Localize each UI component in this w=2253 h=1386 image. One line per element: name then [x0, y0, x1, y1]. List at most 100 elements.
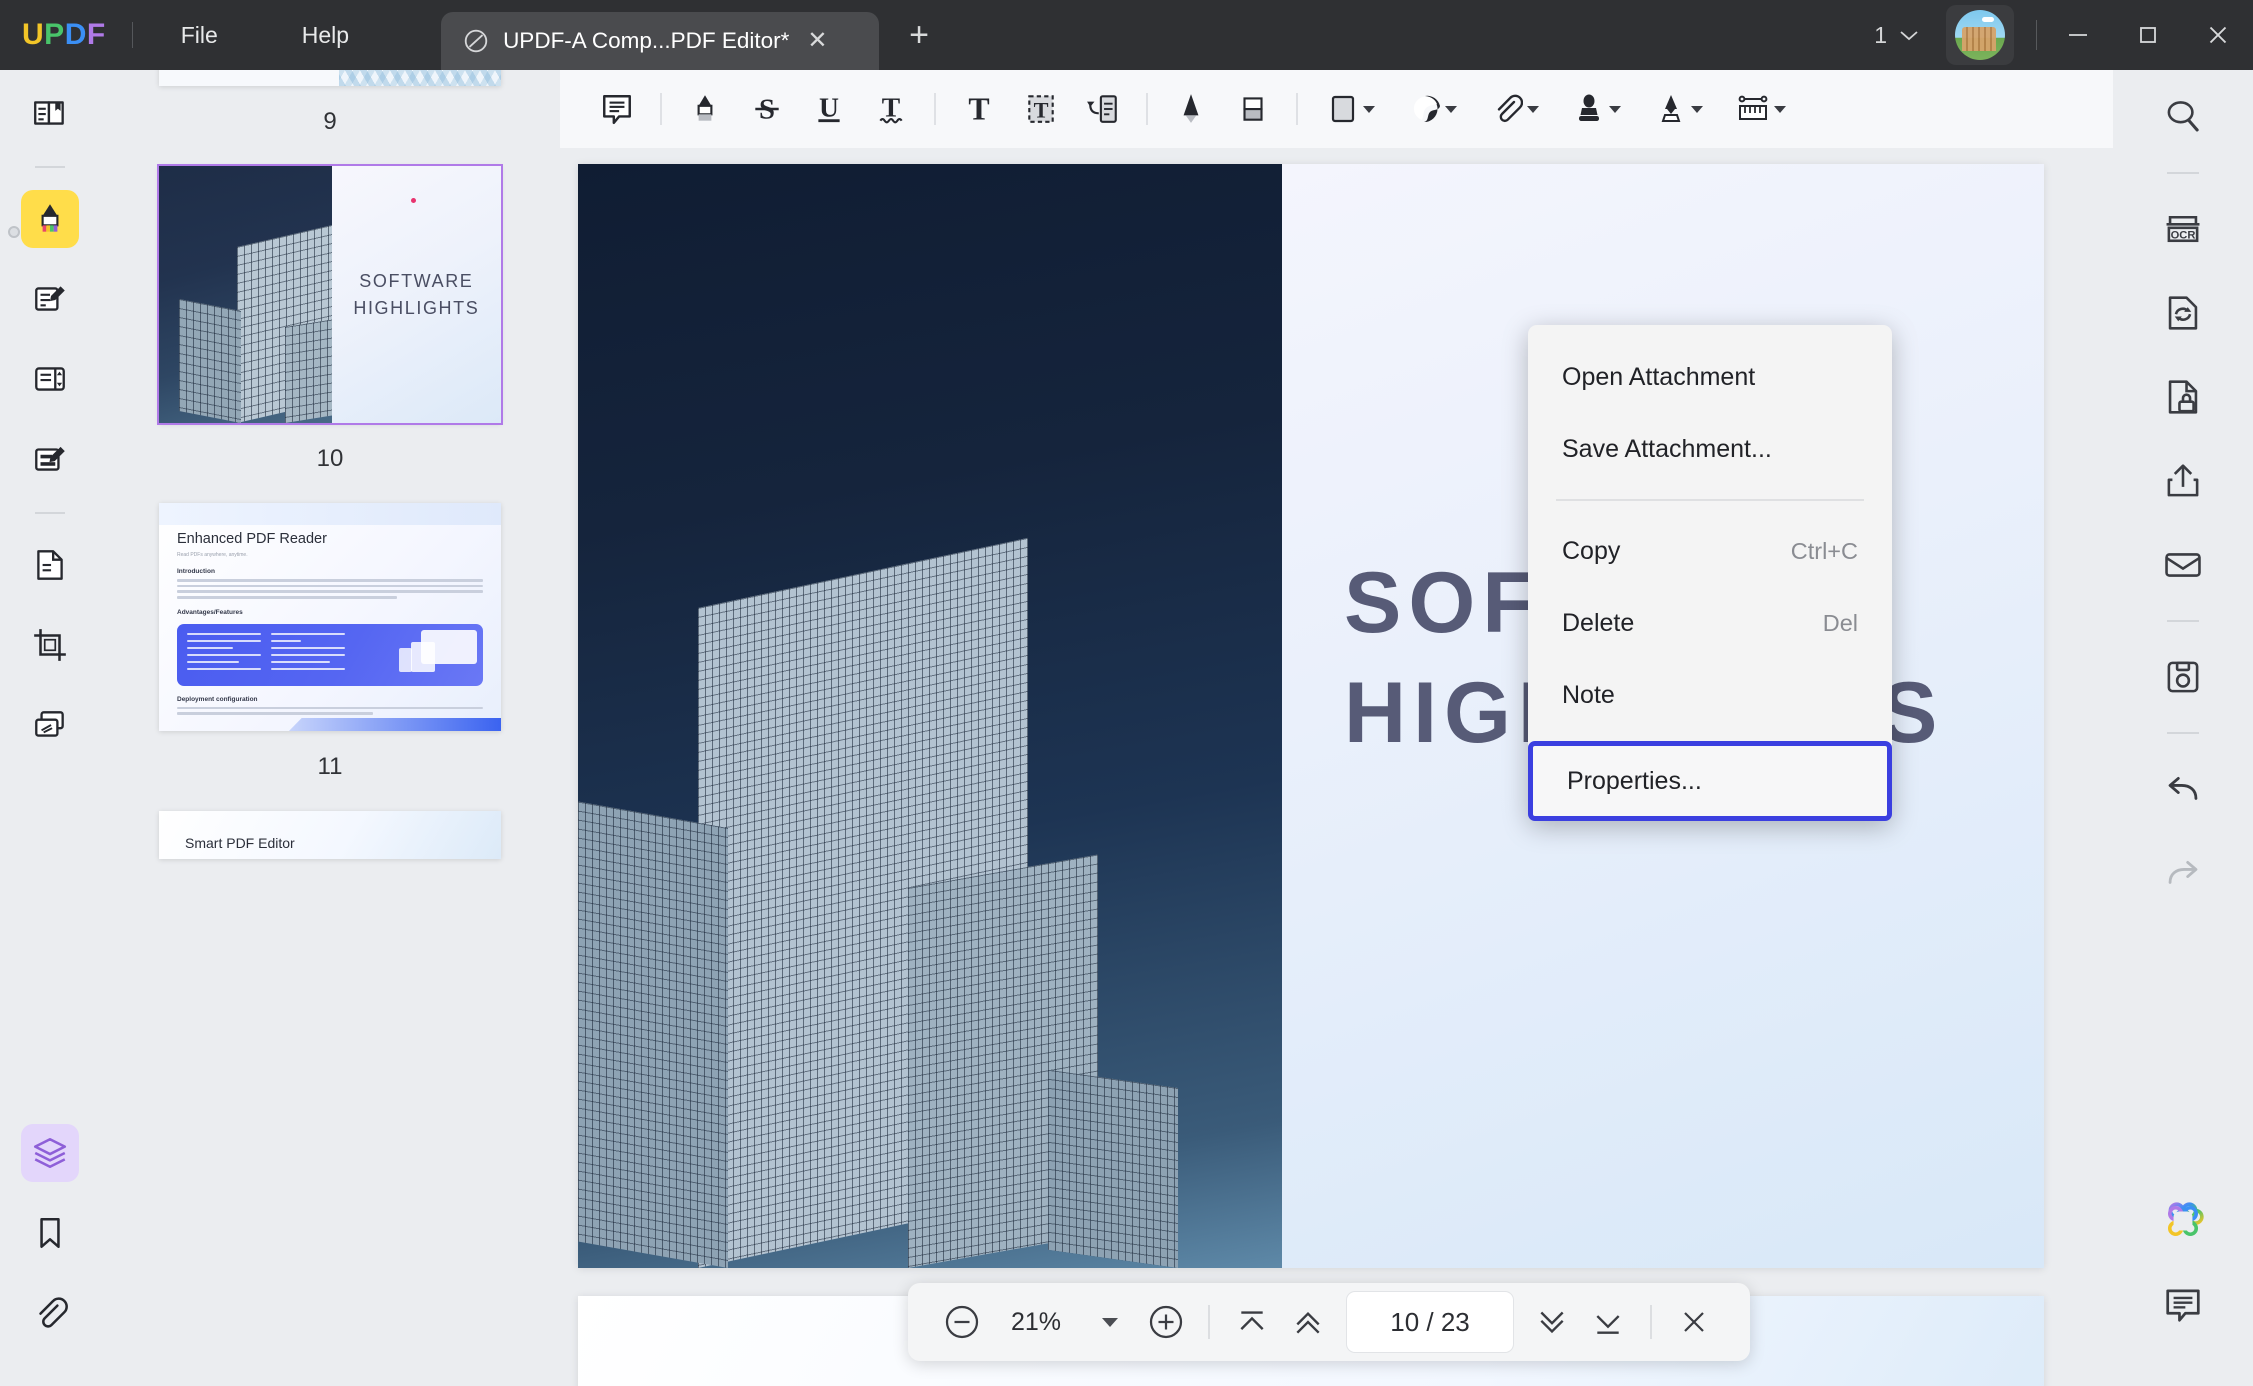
undo-button[interactable] [2154, 760, 2212, 818]
shapes-tool[interactable] [1310, 82, 1392, 136]
first-page-button[interactable] [1224, 1294, 1280, 1350]
menu-properties[interactable]: Properties... [1528, 741, 1892, 821]
attachment-tool[interactable] [1474, 82, 1556, 136]
zoom-out-icon [942, 1302, 982, 1342]
ai-assistant-button[interactable] [2154, 1192, 2212, 1250]
minimize-button[interactable] [2043, 0, 2113, 70]
search-icon [2163, 97, 2203, 137]
undo-arrow-icon [2163, 769, 2203, 809]
sidebar-item-batch[interactable] [21, 696, 79, 754]
highlight-tool[interactable] [674, 82, 736, 136]
zoom-in-button[interactable] [1138, 1294, 1194, 1350]
menu-note-label: Note [1562, 681, 1615, 710]
underline-tool[interactable]: U [798, 82, 860, 136]
toolbar-separator-3 [1146, 93, 1148, 125]
ruler-measure-icon [1736, 93, 1770, 125]
save-button[interactable] [2154, 648, 2212, 706]
sidebar-item-layers[interactable] [21, 1124, 79, 1182]
batch-process-icon [31, 706, 69, 744]
strikethrough-tool[interactable]: S [736, 82, 798, 136]
stamp-tool[interactable] [1556, 82, 1638, 136]
convert-button[interactable] [2154, 284, 2212, 342]
protect-button[interactable] [2154, 368, 2212, 426]
next-page-icon [1533, 1303, 1571, 1341]
text-callout-icon [1086, 92, 1120, 126]
pages-organize-icon [31, 546, 69, 584]
thumb11-device-mockup [399, 630, 477, 680]
redo-button[interactable] [2154, 844, 2212, 902]
ocr-button[interactable]: OCR [2154, 200, 2212, 258]
form-edit-icon [31, 440, 69, 478]
thumbnail-9-number: 9 [159, 108, 501, 136]
attachment-context-menu[interactable]: Open Attachment Save Attachment... Copy … [1528, 325, 1892, 821]
text-callout-tool[interactable] [1072, 82, 1134, 136]
zoom-level-label[interactable]: 21% [990, 1308, 1082, 1337]
page-thumbnail-9[interactable]: 9 [159, 70, 501, 136]
thumbnail-12-preview: Smart PDF Editor [159, 811, 501, 859]
menu-delete[interactable]: Delete Del [1528, 587, 1892, 659]
logo-letter-f: F [87, 18, 106, 52]
share-button[interactable] [2154, 452, 2212, 510]
page-thumbnails-panel[interactable]: 9 SOFTWARE HIGHLIGHTS 10 [100, 70, 560, 1386]
close-navigation-button[interactable] [1666, 1294, 1722, 1350]
sidebar-item-attachments[interactable] [21, 1284, 79, 1342]
menu-file[interactable]: File [159, 14, 240, 57]
layers-icon [31, 1134, 69, 1172]
previous-page-button[interactable] [1280, 1294, 1336, 1350]
measure-tool[interactable] [1720, 82, 1802, 136]
close-window-button[interactable] [2183, 0, 2253, 70]
search-button[interactable] [2154, 88, 2212, 146]
menu-open-attachment-label: Open Attachment [1562, 363, 1755, 392]
zoombar-separator-1 [1208, 1305, 1210, 1339]
menu-open-attachment[interactable]: Open Attachment [1528, 341, 1892, 413]
thumb11-body-lines [177, 579, 483, 599]
page-thumbnail-12[interactable]: Smart PDF Editor [159, 811, 501, 859]
sidebar-item-edit-pdf[interactable] [21, 270, 79, 328]
sidebar-item-crop[interactable] [21, 616, 79, 674]
menu-save-attachment[interactable]: Save Attachment... [1528, 413, 1892, 485]
sidebar-collapse-handle[interactable] [8, 226, 20, 238]
last-page-button[interactable] [1580, 1294, 1636, 1350]
menu-copy[interactable]: Copy Ctrl+C [1528, 515, 1892, 587]
email-button[interactable] [2154, 536, 2212, 594]
new-tab-button[interactable]: + [909, 18, 929, 52]
sidebar-item-bookmarks[interactable] [21, 1204, 79, 1262]
title-bar: UPDF File Help UPDF-A Comp...PDF Editor*… [0, 0, 2253, 70]
document-tab[interactable]: UPDF-A Comp...PDF Editor* ✕ [441, 12, 879, 70]
text-tool[interactable]: T [948, 82, 1010, 136]
eraser-tool[interactable] [1222, 82, 1284, 136]
menu-note[interactable]: Note [1528, 659, 1892, 731]
menu-copy-label: Copy [1562, 537, 1620, 566]
page-number-input[interactable]: 10 / 23 [1346, 1291, 1514, 1353]
menu-help[interactable]: Help [280, 14, 371, 57]
tab-close-icon[interactable]: ✕ [807, 29, 827, 53]
sidebar-item-reader[interactable] [21, 84, 79, 142]
envelope-icon [2163, 545, 2203, 585]
next-page-button[interactable] [1524, 1294, 1580, 1350]
thumb11-section-deployment: Deployment configuration [177, 696, 483, 703]
chevron-down-icon [1774, 106, 1786, 113]
zoom-out-button[interactable] [934, 1294, 990, 1350]
sidebar-item-form[interactable] [21, 430, 79, 488]
sidebar-item-convert[interactable] [21, 350, 79, 408]
context-menu-separator [1556, 499, 1864, 501]
sidebar-item-annotate[interactable] [21, 190, 79, 248]
signature-tool[interactable] [1638, 82, 1720, 136]
sidebar-item-organize-pages[interactable] [21, 536, 79, 594]
sticky-note-tool[interactable] [586, 82, 648, 136]
page-thumbnail-10[interactable]: SOFTWARE HIGHLIGHTS 10 [159, 166, 501, 473]
page-thumbnail-11[interactable]: Enhanced PDF Reader Read PDFs anywhere, … [159, 503, 501, 781]
avatar[interactable] [1946, 5, 2014, 65]
menu-delete-label: Delete [1562, 609, 1634, 638]
pencil-tool[interactable] [1160, 82, 1222, 136]
redo-arrow-icon [2163, 853, 2203, 893]
maximize-button[interactable] [2113, 0, 2183, 70]
menu-copy-shortcut: Ctrl+C [1791, 538, 1858, 565]
window-count-dropdown[interactable]: 1 [1862, 22, 1932, 49]
squiggly-tool[interactable]: T [860, 82, 922, 136]
zoom-dropdown-chevron-down-icon[interactable] [1102, 1318, 1118, 1327]
sticker-tool[interactable] [1392, 82, 1474, 136]
text-box-tool[interactable]: T [1010, 82, 1072, 136]
updf-doc-icon [463, 28, 489, 54]
comments-panel-button[interactable] [2154, 1276, 2212, 1334]
